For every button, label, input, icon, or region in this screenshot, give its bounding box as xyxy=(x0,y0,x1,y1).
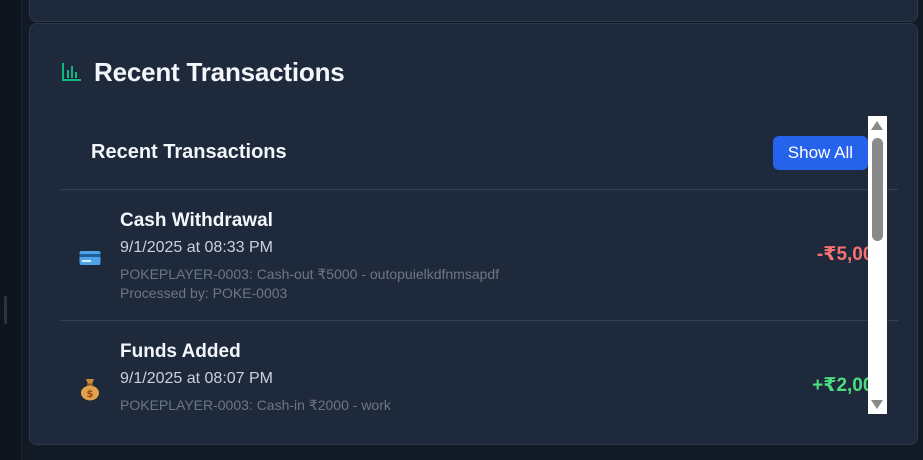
transaction-description: POKEPLAYER-0003: Cash-in ₹2000 - work xyxy=(120,397,391,413)
transaction-processed-by: Processed by: POKE-0003 xyxy=(120,285,288,301)
scrollbar[interactable] xyxy=(868,116,887,414)
transaction-time: 9/1/2025 at 08:33 PM xyxy=(120,239,273,256)
recent-transactions-card: Recent Transactions Recent Transactions … xyxy=(29,23,918,445)
scroll-thumb[interactable] xyxy=(872,138,883,241)
money-bag-icon: $ xyxy=(78,377,102,401)
transaction-name: Cash Withdrawal xyxy=(120,210,273,231)
left-panel-edge xyxy=(0,0,22,460)
transaction-details: Funds Added 9/1/2025 at 08:07 PM POKEPLA… xyxy=(120,341,391,414)
transaction-time: 9/1/2025 at 08:07 PM xyxy=(120,370,273,387)
transaction-name: Funds Added xyxy=(120,341,241,362)
transaction-row[interactable]: Cash Withdrawal 9/1/2025 at 08:33 PM POK… xyxy=(60,190,898,321)
previous-card xyxy=(29,0,918,22)
bar-chart-icon xyxy=(62,63,81,81)
transaction-description: POKEPLAYER-0003: Cash-out ₹5000 - outopu… xyxy=(120,266,500,282)
show-all-button[interactable]: Show All xyxy=(772,135,868,170)
credit-card-icon xyxy=(78,246,102,270)
resize-handle[interactable] xyxy=(4,296,7,324)
scroll-down-arrow-icon[interactable] xyxy=(871,400,883,409)
list-header: Recent Transactions Show All xyxy=(60,116,898,190)
card-header: Recent Transactions xyxy=(60,54,345,90)
transaction-row[interactable]: $ Funds Added 9/1/2025 at 08:07 PM POKEP… xyxy=(60,321,898,444)
card-title: Recent Transactions xyxy=(94,56,345,87)
svg-text:$: $ xyxy=(87,389,94,400)
scroll-up-arrow-icon[interactable] xyxy=(871,121,883,130)
list-title: Recent Transactions xyxy=(91,141,287,163)
transactions-list: Recent Transactions Show All Cash Withdr… xyxy=(60,116,898,444)
transaction-details: Cash Withdrawal 9/1/2025 at 08:33 PM POK… xyxy=(120,210,499,303)
